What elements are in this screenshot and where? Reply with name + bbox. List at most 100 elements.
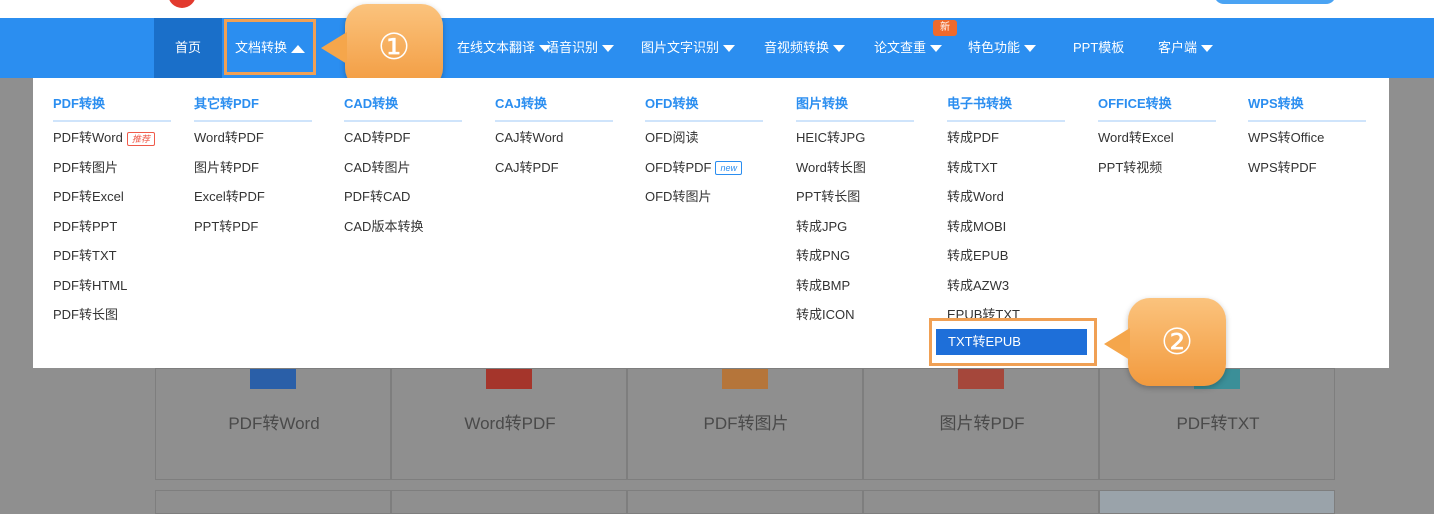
menu-item[interactable]: PDF转长图 [53,305,213,335]
menu-item[interactable]: WPS转Office [1248,128,1408,158]
tool-card[interactable]: PDF转Word [155,368,391,480]
menu-item[interactable]: Word转Excel [1098,128,1258,158]
menu-item[interactable]: CAJ转PDF [495,158,655,188]
menu-item[interactable]: CAJ转Word [495,128,655,158]
pdf-file-icon [486,369,532,389]
menu-item[interactable]: 转成PDF [947,128,1107,158]
menu-column-title: 图片转换 [796,94,914,122]
top-header-strip [0,0,1434,18]
menu-item-label: PDF转Word [53,130,123,145]
chevron-down-icon [833,45,846,53]
menu-item[interactable]: 转成EPUB [947,246,1107,276]
nav-document-convert[interactable]: 文档转换 [224,19,316,75]
menu-column-title: WPS转换 [1248,94,1366,122]
nav-client[interactable]: 客户端 [1158,18,1214,78]
menu-item[interactable]: OFD转图片 [645,187,805,217]
word-file-icon [250,369,296,389]
menu-item[interactable]: Word转长图 [796,158,956,188]
tool-card-label: PDF转图片 [703,414,789,433]
nav-ocr-label: 图片文字识别 [641,40,720,55]
menu-column-title: OFFICE转换 [1098,94,1216,122]
tool-card[interactable] [627,490,863,514]
menu-column-title: PDF转换 [53,94,171,122]
menu-item[interactable]: 转成MOBI [947,217,1107,247]
menu-item[interactable]: Excel转PDF [194,187,354,217]
menu-item[interactable]: 图片转PDF [194,158,354,188]
tool-card[interactable]: Word转PDF [391,368,627,480]
nav-special-label: 特色功能 [968,40,1021,55]
menu-item[interactable]: CAD版本转换 [344,217,504,247]
nav-av-label: 音视频转换 [764,40,830,55]
menu-column-title: CAJ转换 [495,94,613,122]
tool-card[interactable] [863,490,1099,514]
new-badge: 新 [933,20,957,36]
menu-item[interactable]: PDF转PPT [53,217,213,247]
nav-paper-check[interactable]: 论文查重 [874,18,943,78]
menu-column-title: CAD转换 [344,94,462,122]
menu-item[interactable]: Word转PDF [194,128,354,158]
nav-home[interactable]: 首页 [154,18,222,78]
menu-item[interactable]: PPT转视频 [1098,158,1258,188]
menu-item[interactable]: PDF转HTML [53,276,213,306]
menu-item-txt-to-epub[interactable]: TXT转EPUB [936,329,1087,355]
menu-item[interactable]: CAD转PDF [344,128,504,158]
menu-item[interactable]: PDF转Excel [53,187,213,217]
annotation-callout-2: ② [1104,298,1226,386]
new-tag: new [715,161,742,176]
nav-av-convert[interactable]: 音视频转换 [764,18,846,78]
pdf-file-icon [958,369,1004,389]
chevron-down-icon [1024,45,1037,53]
menu-column-title: OFD转换 [645,94,763,122]
tool-card[interactable]: 图片转PDF [863,368,1099,480]
menu-item[interactable]: PDF转CAD [344,187,504,217]
menu-item[interactable]: PDF转图片 [53,158,213,188]
tool-card[interactable] [1099,490,1335,514]
menu-item[interactable]: 转成BMP [796,276,956,306]
menu-item[interactable]: PDF转TXT [53,246,213,276]
menu-item[interactable]: OFD转PDF new [645,158,805,188]
menu-item[interactable]: PPT转长图 [796,187,956,217]
tool-card[interactable] [155,490,391,514]
nav-speech-label: 语音识别 [546,40,599,55]
nav-ppt-templates[interactable]: PPT模板 [1073,18,1124,78]
menu-item[interactable]: 转成AZW3 [947,276,1107,306]
caret-up-icon [291,44,305,53]
menu-item[interactable]: 转成Word [947,187,1107,217]
tool-card[interactable]: PDF转TXT [1099,368,1335,480]
menu-column-title: 电子书转换 [947,94,1065,122]
menu-item[interactable]: 转成TXT [947,158,1107,188]
tool-cards-row-2 [155,490,1335,514]
nav-ocr[interactable]: 图片文字识别 [641,18,736,78]
tool-card-label: PDF转TXT [1176,414,1260,433]
nav-text-translate-label: 在线文本翻译 [456,40,535,55]
chevron-down-icon [930,45,943,53]
tool-card-label: 图片转PDF [939,414,1025,433]
menu-item[interactable]: 转成JPG [796,217,956,247]
nav-text-translate[interactable]: 在线文本翻译 [440,18,551,78]
menu-item[interactable]: HEIC转JPG [796,128,956,158]
menu-item[interactable]: 转成PNG [796,246,956,276]
site-logo[interactable] [168,0,196,8]
tool-card[interactable]: PDF转图片 [627,368,863,480]
header-action-button[interactable] [1214,0,1336,4]
chevron-down-icon [723,45,736,53]
main-navigation: 首页 文档转换 在线文本翻译 语音识别 图片文字识别 音视频转换 论文查重 新 … [0,18,1434,78]
nav-ppt-label: PPT模板 [1073,40,1125,55]
tool-card[interactable] [391,490,627,514]
recommend-tag: 推荐 [126,131,155,146]
menu-item[interactable]: WPS转PDF [1248,158,1408,188]
chevron-down-icon [602,45,615,53]
menu-item-label: OFD转PDF [645,159,712,175]
menu-item[interactable]: PPT转PDF [194,217,354,247]
nav-client-label: 客户端 [1158,40,1198,55]
nav-home-label: 首页 [174,40,201,55]
highlight-frame: TXT转EPUB [929,318,1097,366]
menu-item[interactable]: OFD阅读 [645,128,805,158]
image-file-icon [722,369,768,389]
menu-item[interactable]: PDF转Word 推荐 [53,128,213,158]
nav-document-convert-label: 文档转换 [234,40,287,55]
nav-special-features[interactable]: 特色功能 [968,18,1037,78]
nav-speech-recognition[interactable]: 语音识别 [546,18,615,78]
nav-paper-label: 论文查重 [874,40,927,55]
menu-item[interactable]: CAD转图片 [344,158,504,188]
